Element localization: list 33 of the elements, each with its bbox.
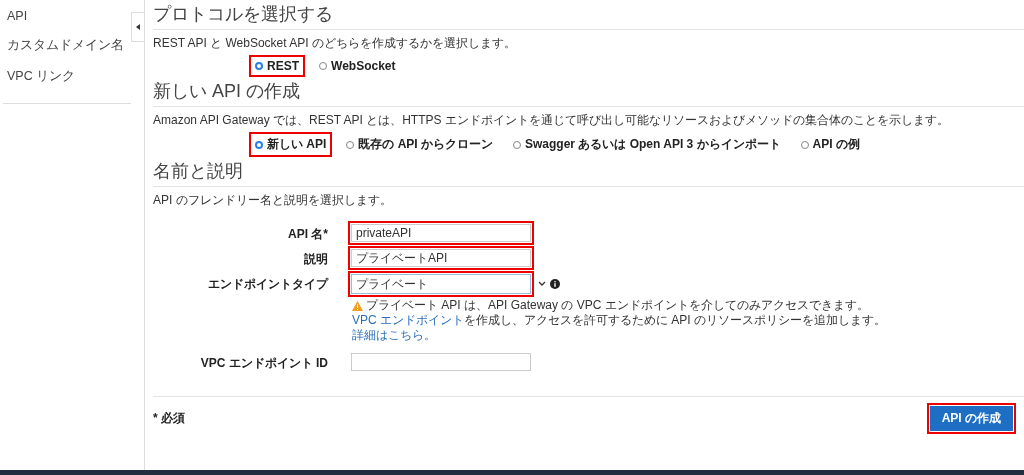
chevron-down-icon[interactable]	[538, 281, 546, 287]
section-heading: 名前と説明	[153, 159, 1024, 187]
info-icon[interactable]	[550, 279, 560, 289]
radio-option[interactable]: WebSocket	[313, 55, 402, 77]
field-label: エンドポイントタイプ	[207, 276, 328, 293]
sidebar-item[interactable]: API	[3, 3, 131, 31]
warning-text: プライベート API は、API Gateway の VPC エンドポイントを介してのみアクセスできます。	[366, 298, 869, 313]
radio-option[interactable]: 新しい API	[249, 132, 333, 157]
field-label: 説明	[303, 251, 328, 268]
radio-option[interactable]: 既存の API からクローン	[340, 132, 499, 157]
details-link[interactable]: 詳細はこちら。	[352, 328, 436, 342]
section-description: Amazon API Gateway では、REST API とは、HTTPS エンドポイントを通じて呼び出し可能なリソースおよびメソッドの集合体のことを示します。	[153, 112, 950, 129]
text-field[interactable]	[348, 350, 534, 374]
create-api-button[interactable]: API の作成	[926, 403, 1016, 434]
select-field[interactable]: プライベート	[348, 271, 534, 297]
section-description: API のフレンドリー名と説明を選択します。	[153, 192, 393, 209]
collapse-icon[interactable]	[136, 24, 140, 30]
section-heading: プロトコルを選択する	[153, 2, 1024, 30]
vpc-endpoint-link[interactable]: VPC エンドポイント	[352, 313, 464, 327]
sidebar-item[interactable]: VPC リンク	[3, 62, 131, 93]
text-field[interactable]: プライベートAPI	[348, 246, 534, 270]
required-note: * 必須	[153, 410, 185, 427]
note-text: VPC エンドポイント を作成し、アクセスを許可するために API のリソースポリシーを追加します。	[352, 313, 887, 328]
warning-icon	[352, 300, 363, 311]
field-label: VPC エンドポイント ID	[199, 355, 328, 372]
sidebar-item[interactable]: カスタムドメイン名	[3, 31, 131, 62]
section-heading: 新しい API の作成	[153, 79, 1024, 107]
radio-option[interactable]: REST	[249, 55, 305, 77]
radio-option[interactable]: API の例	[794, 132, 866, 157]
radio-option[interactable]: Swagger あるいは Open API 3 からインポート	[507, 132, 787, 157]
text-field[interactable]: privateAPI	[348, 221, 534, 245]
field-label: API 名*	[287, 226, 328, 243]
section-description: REST API と WebSocket API のどちらを作成するかを選択します。	[153, 35, 517, 52]
